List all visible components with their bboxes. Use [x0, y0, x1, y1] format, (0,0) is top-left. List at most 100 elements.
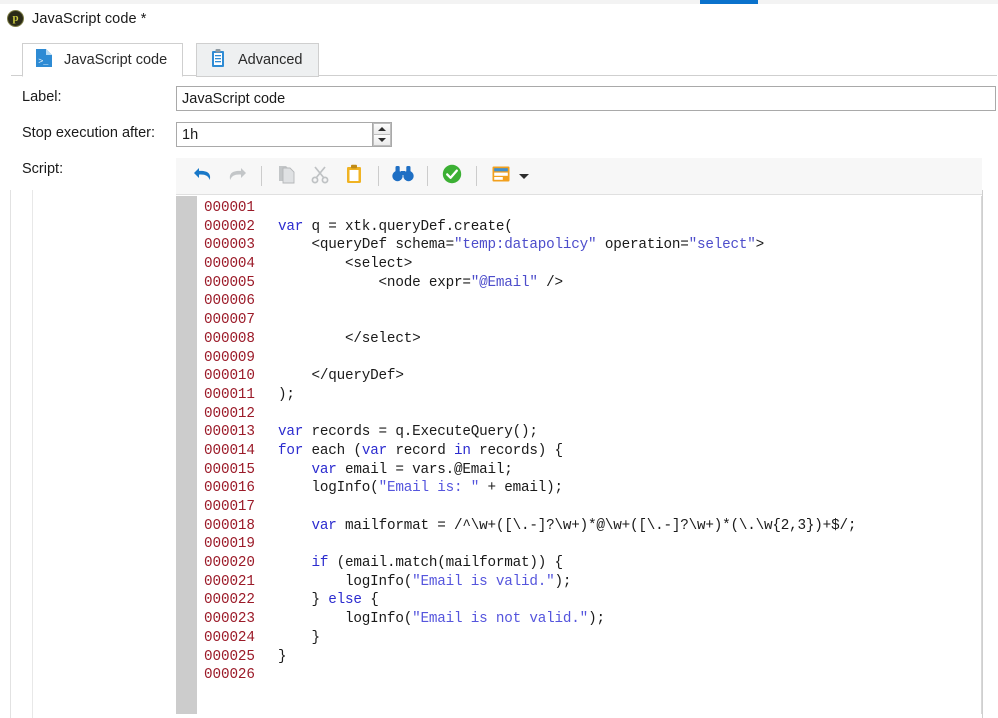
page-right-border: [982, 190, 983, 718]
clipboard-icon: [209, 48, 227, 72]
code-line: 000007: [198, 311, 982, 330]
code-editor[interactable]: 000001 000002 var q = xtk.queryDef.create(…: [176, 195, 982, 714]
code-line: 000018 var mailformat = /^\w+([\.-]?\w+)…: [198, 517, 982, 536]
caret-up-icon: [378, 127, 386, 131]
find-binoculars-icon: [390, 163, 416, 190]
code-line-text: } else {: [278, 592, 379, 609]
code-line-text: </queryDef>: [278, 368, 404, 385]
code-line: 000014 for each (var record in records) {: [198, 442, 982, 461]
validate-check-icon: [441, 163, 463, 190]
code-line-text: );: [278, 386, 295, 403]
script-caption: Script:: [22, 161, 64, 177]
stop-execution-input[interactable]: [177, 123, 372, 146]
code-line: 000005 <node expr="@Email" />: [198, 274, 982, 293]
undo-button[interactable]: [186, 161, 220, 191]
toolbar-separator-2: [378, 166, 379, 186]
code-line-number: 000022: [204, 592, 255, 609]
code-line: 000004 <select>: [198, 255, 982, 274]
toolbar-separator-4: [476, 166, 477, 186]
script-file-icon: >_: [35, 48, 53, 72]
code-line-text: <queryDef schema="temp:datapolicy" opera…: [278, 237, 765, 254]
label-input[interactable]: [176, 86, 996, 111]
code-line: 000026: [198, 666, 982, 685]
tab-advanced-label: Advanced: [238, 52, 303, 68]
code-line-number: 000004: [204, 256, 255, 273]
code-line: 000012: [198, 405, 982, 424]
cut-icon: [309, 163, 331, 190]
tab-advanced[interactable]: Advanced: [196, 43, 319, 77]
code-line-text: for each (var record in records) {: [278, 442, 563, 459]
code-line: 000015 var email = vars.@Email;: [198, 461, 982, 480]
panel-inner-border: [32, 190, 33, 718]
code-line-number: 000021: [204, 573, 255, 590]
toolbar-separator-1: [261, 166, 262, 186]
panel-left-border: [10, 190, 11, 718]
code-line-text: var email = vars.@Email;: [311, 461, 513, 478]
code-line-text: }: [278, 629, 321, 646]
code-line-number: 000019: [204, 536, 255, 553]
label-caption: Label:: [22, 89, 62, 105]
javascript-code-dialog: p JavaScript code * >_ JavaScript code A…: [0, 0, 998, 718]
field-row-script: Script: 000001 000002 var q = xtk.queryD…: [0, 158, 998, 714]
code-line: 000025}: [198, 648, 982, 667]
code-line-text: <select>: [278, 256, 413, 273]
code-line-text: <node expr="@Email" />: [278, 274, 564, 291]
code-text-area[interactable]: 000001 000002 var q = xtk.queryDef.create(…: [198, 196, 982, 714]
code-line-number: 000020: [204, 555, 255, 572]
code-line-number: 000009: [204, 349, 255, 366]
window-title: JavaScript code *: [32, 10, 147, 27]
tabstrip: >_ JavaScript code Advanced: [11, 34, 997, 77]
script-editor-column: 000001 000002 var q = xtk.queryDef.create(…: [176, 158, 982, 714]
script-toolbar: [176, 158, 982, 195]
caret-down-icon: [378, 138, 386, 142]
code-line-text: var q = xtk.queryDef.create(: [278, 218, 513, 235]
code-line-number: 000010: [204, 368, 255, 385]
code-line-number: 000013: [204, 424, 255, 441]
insert-button[interactable]: [484, 161, 518, 191]
redo-icon: [225, 163, 249, 190]
code-line-number: 000024: [204, 629, 255, 646]
form-area: Label: Stop execution after: Script:: [0, 86, 998, 718]
code-line-number: 000014: [204, 442, 255, 459]
code-line: 000020 if (email.match(mailformat)) {: [198, 554, 982, 573]
code-line: 000019: [198, 535, 982, 554]
paste-icon: [343, 163, 365, 190]
code-line-number: 000015: [204, 461, 255, 478]
code-line: 000024 }: [198, 629, 982, 648]
validate-button[interactable]: [435, 161, 469, 191]
insert-form-icon: [490, 164, 512, 189]
toolbar-separator-3: [427, 166, 428, 186]
code-line: 000016 logInfo("Email is: " + email);: [198, 479, 982, 498]
code-line-text: var records = q.ExecuteQuery();: [278, 424, 538, 441]
code-line-number: 000026: [204, 667, 255, 684]
code-fold-margin[interactable]: [176, 196, 198, 714]
code-line: 000006: [198, 292, 982, 311]
code-line-number: 000001: [204, 200, 255, 216]
stepper-down-button[interactable]: [373, 134, 391, 146]
code-line: 000010 </queryDef>: [198, 367, 982, 386]
stepper-up-button[interactable]: [373, 123, 391, 134]
code-line: 000003 <queryDef schema="temp:datapolicy…: [198, 236, 982, 255]
code-line-number: 000011: [204, 386, 255, 403]
code-line-number: 000008: [204, 330, 255, 347]
cut-button[interactable]: [303, 161, 337, 191]
tab-javascript-code[interactable]: >_ JavaScript code: [22, 43, 184, 77]
chevron-down-icon[interactable]: [519, 173, 529, 179]
find-button[interactable]: [386, 161, 420, 191]
code-line-number: 000018: [204, 517, 255, 534]
code-line: 000023 logInfo("Email is not valid.");: [198, 610, 982, 629]
adobe-campaign-icon: p: [7, 10, 24, 27]
code-line-text: }: [278, 648, 287, 665]
field-row-stop-execution: Stop execution after:: [0, 122, 998, 147]
code-line: 000008 </select>: [198, 330, 982, 349]
code-line-text: logInfo("Email is not valid.");: [278, 611, 605, 628]
redo-button[interactable]: [220, 161, 254, 191]
code-line-text: var mailformat = /^\w+([\.-]?\w+)*@\w+([…: [311, 517, 857, 534]
undo-icon: [191, 163, 215, 190]
code-line: 000022 } else {: [198, 591, 982, 610]
code-line: 000001: [198, 199, 982, 218]
stop-execution-stepper[interactable]: [176, 122, 392, 147]
paste-button[interactable]: [337, 161, 371, 191]
copy-button[interactable]: [269, 161, 303, 191]
code-line: 000009: [198, 349, 982, 368]
